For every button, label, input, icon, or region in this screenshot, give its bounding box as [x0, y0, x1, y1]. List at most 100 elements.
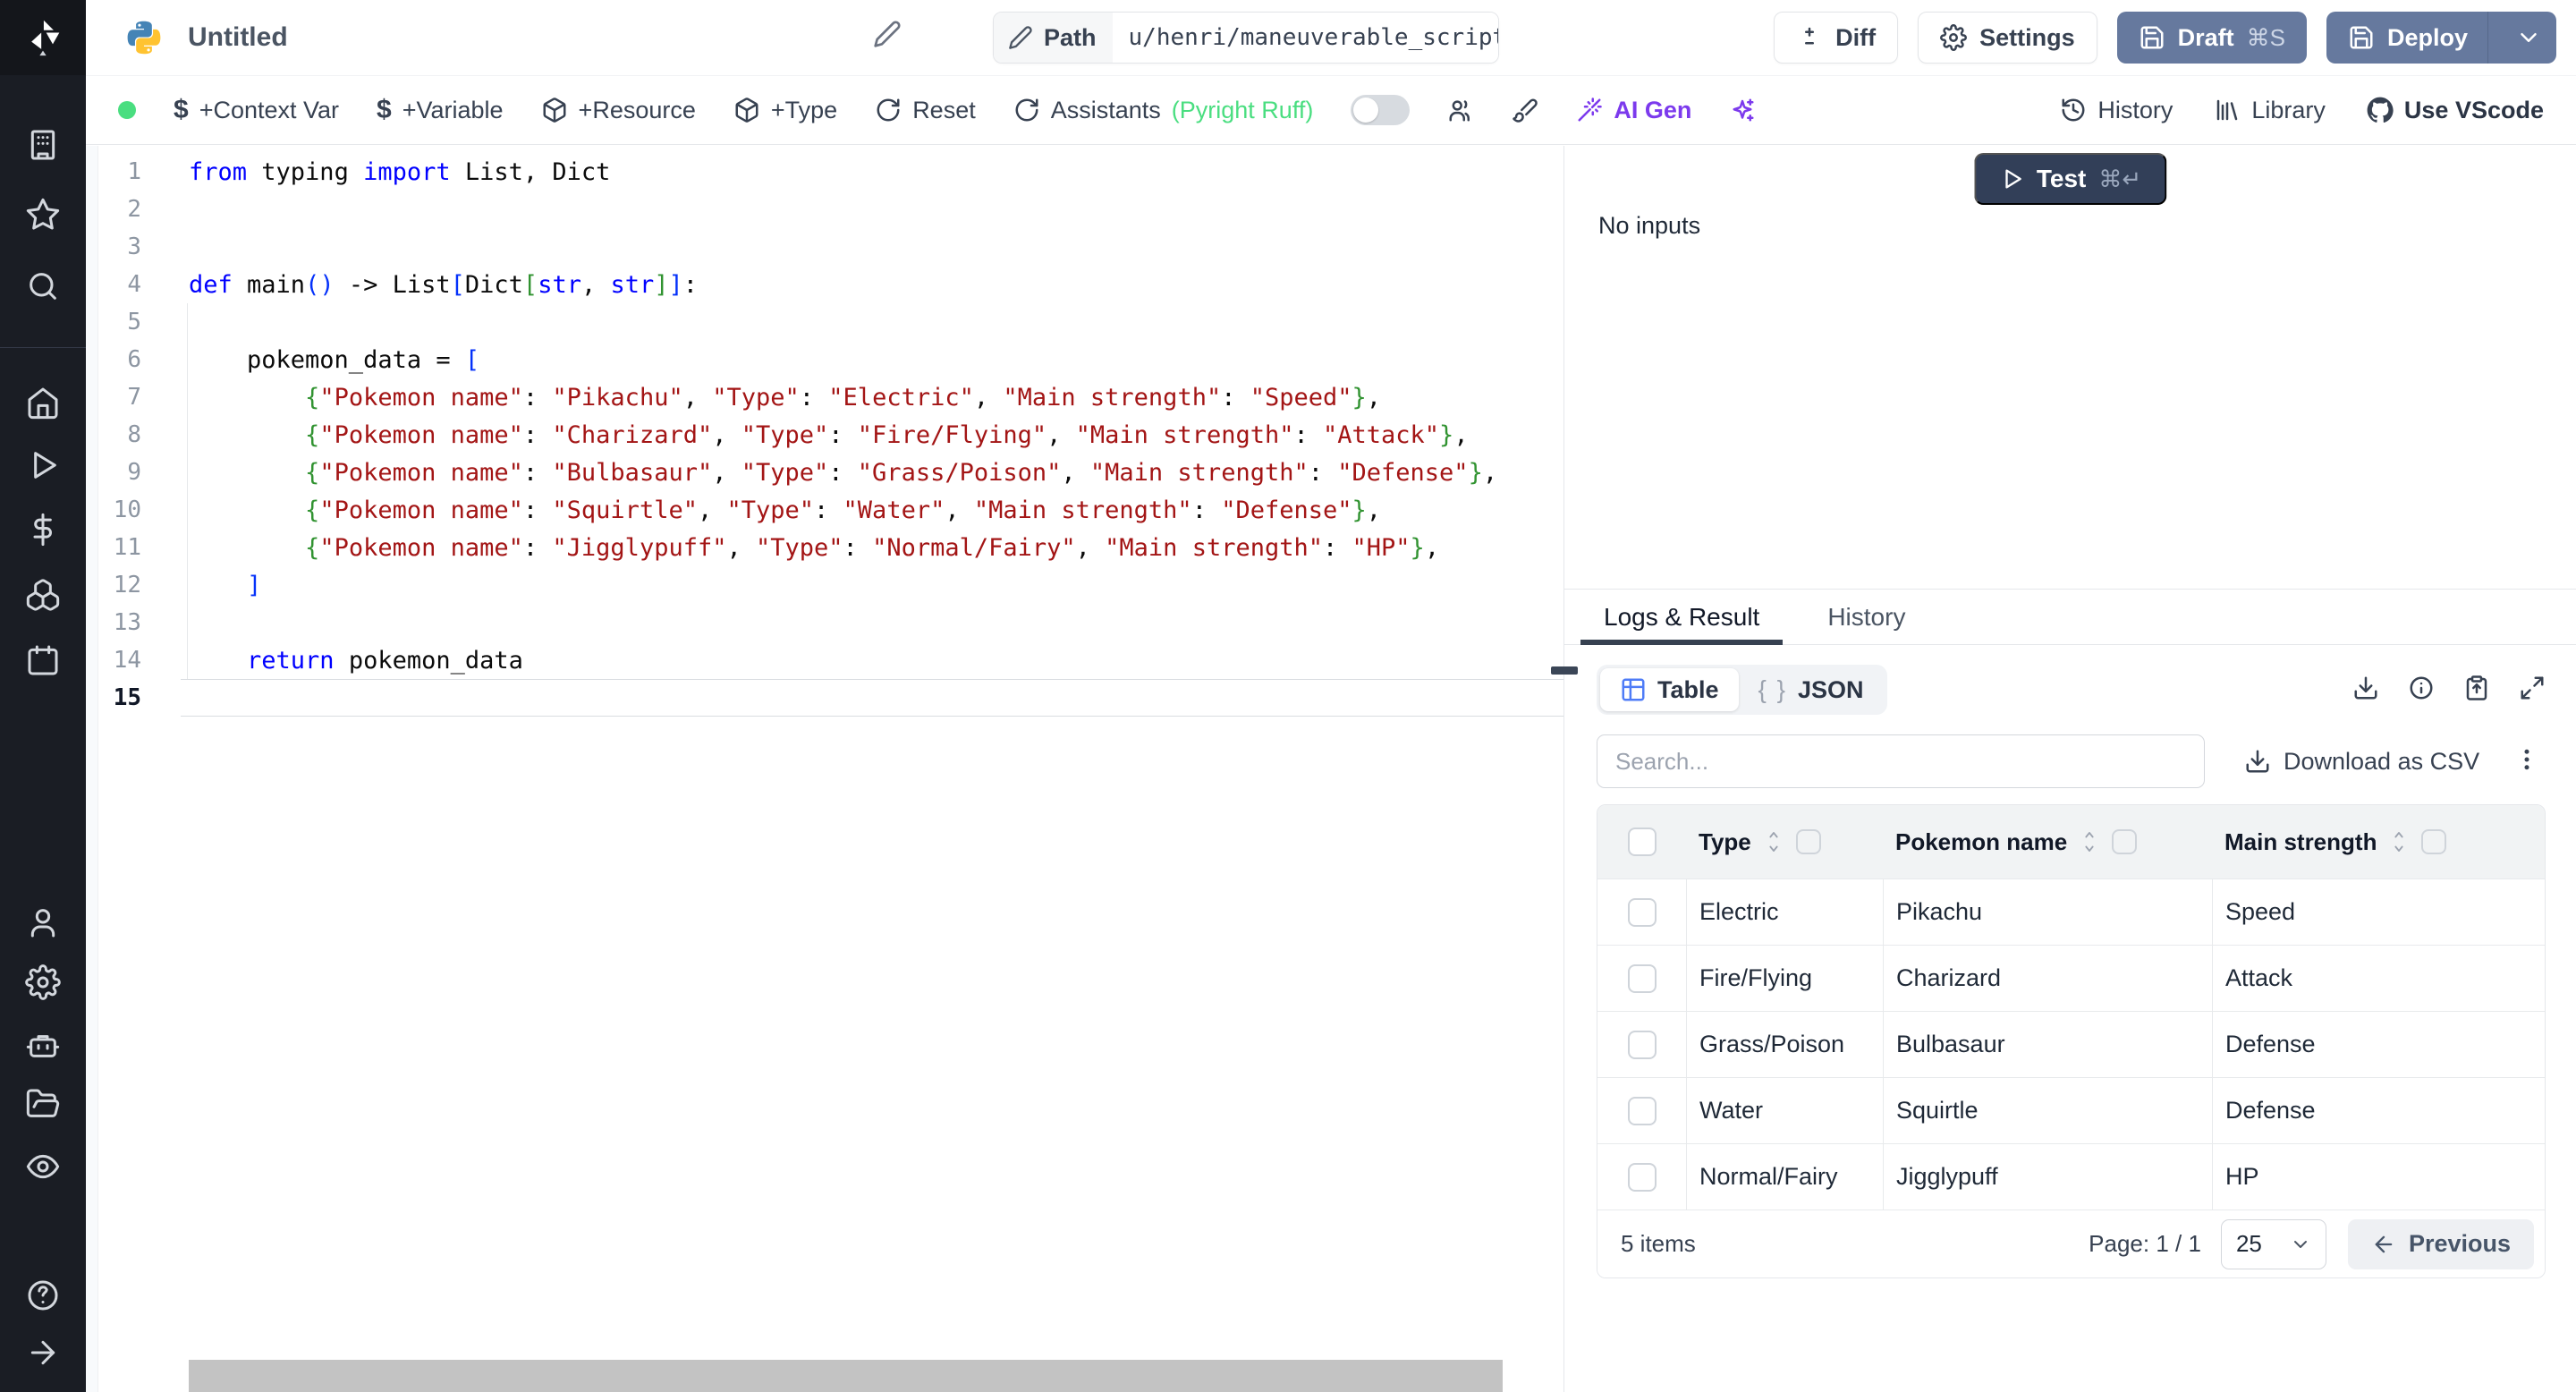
view-toggle-table[interactable]: Table [1600, 668, 1739, 711]
users-icon [1449, 100, 1470, 122]
code-line[interactable]: 5 [86, 303, 1563, 341]
code-line[interactable]: 14 return pokemon_data [86, 641, 1563, 679]
arrow-right-icon[interactable] [0, 1333, 86, 1372]
deploy-dropdown-button[interactable] [2501, 24, 2556, 51]
assistants-toggle[interactable] [1351, 95, 1411, 125]
search-icon[interactable] [0, 267, 86, 306]
line-number: 10 [113, 497, 141, 523]
deploy-button[interactable]: Deploy [2326, 12, 2556, 64]
horizontal-scrollbar[interactable] [189, 1360, 1503, 1392]
code-line-content: {"Pokemon name": "Charizard", "Type": "F… [305, 420, 1469, 449]
row-checkbox[interactable] [1627, 1096, 1657, 1125]
path-value[interactable]: u/henri/maneuverable_script [1112, 13, 1498, 63]
help-circle-icon[interactable] [0, 1276, 86, 1315]
search-input[interactable] [1597, 734, 2205, 788]
row-checkbox[interactable] [1627, 897, 1657, 927]
reset-button[interactable]: Reset [875, 97, 976, 124]
kebab-menu-icon[interactable] [2513, 746, 2540, 777]
save-icon [2140, 26, 2164, 49]
pane-divider-handle[interactable] [1551, 666, 1578, 675]
library-button[interactable]: Library [2214, 97, 2326, 124]
home-icon[interactable] [0, 383, 86, 422]
assistants-detail: (Pyright Ruff) [1171, 96, 1314, 123]
line-number: 5 [127, 309, 141, 335]
add-context-var-button[interactable]: $ +Context Var [174, 95, 339, 125]
tab-logs-result[interactable]: Logs & Result [1580, 590, 1784, 645]
info-icon[interactable] [2408, 675, 2435, 706]
tab-history[interactable]: History [1822, 590, 1911, 644]
column-filter-checkbox[interactable] [1795, 829, 1821, 854]
sort-icon[interactable] [2080, 830, 2099, 853]
code-line[interactable]: 15 [86, 679, 1563, 717]
select-all-checkbox[interactable] [1627, 828, 1657, 856]
diff-button[interactable]: Diff [1774, 12, 1899, 64]
code-line[interactable]: 11 {"Pokemon name": "Jigglypuff", "Type"… [86, 529, 1563, 566]
path-field[interactable]: Path u/henri/maneuverable_script [993, 12, 1499, 64]
column-filter-checkbox[interactable] [2112, 829, 2138, 854]
line-number: 3 [127, 233, 141, 260]
download-csv-button[interactable]: Download as CSV [2244, 748, 2479, 776]
format-code-button[interactable] [1512, 97, 1538, 123]
edit-summary-pencil-icon[interactable] [873, 20, 902, 53]
history-button[interactable]: History [2060, 97, 2173, 124]
code-line[interactable]: 6 pokemon_data = [ [86, 341, 1563, 378]
sort-icon[interactable] [2389, 830, 2409, 853]
row-checkbox[interactable] [1627, 1030, 1657, 1059]
building-icon[interactable] [0, 125, 86, 165]
test-button[interactable]: Test ⌘↵ [1973, 153, 2167, 205]
add-type-button[interactable]: +Type [733, 97, 837, 124]
add-variable-button[interactable]: $ +Variable [377, 95, 504, 125]
use-vscode-button[interactable]: Use VScode [2367, 97, 2544, 124]
code-editor[interactable]: 1 from typing import List, Dict 2 3 4 def mai… [86, 146, 1563, 1392]
code-line[interactable]: 1 from typing import List, Dict [86, 153, 1563, 191]
clipboard-copy-icon[interactable] [2463, 675, 2490, 706]
star-icon[interactable] [0, 195, 86, 234]
table-cell: Bulbasaur [1883, 1012, 2212, 1077]
row-checkbox[interactable] [1627, 1162, 1657, 1192]
code-line[interactable]: 9 {"Pokemon name": "Bulbasaur", "Type": … [86, 454, 1563, 491]
boxes-icon[interactable] [0, 575, 86, 615]
code-line[interactable]: 13 [86, 604, 1563, 641]
windmill-logo-icon[interactable] [0, 0, 86, 75]
table-row: Grass/Poison Bulbasaur Defense [1597, 1011, 2545, 1077]
download-icon [2246, 750, 2269, 773]
page-title: Untitled [188, 22, 288, 52]
user-icon[interactable] [0, 903, 86, 942]
dollar-icon[interactable] [0, 510, 86, 549]
code-line[interactable]: 8 {"Pokemon name": "Charizard", "Type": … [86, 416, 1563, 454]
bot-icon[interactable] [0, 1024, 86, 1064]
path-label: Path [994, 13, 1113, 63]
toggle-knob [1353, 98, 1379, 123]
folder-open-icon[interactable] [0, 1084, 86, 1124]
table-row: Fire/Flying Charizard Attack [1597, 945, 2545, 1011]
code-line[interactable]: 3 [86, 228, 1563, 266]
calendar-icon[interactable] [0, 641, 86, 680]
settings-button[interactable]: Settings [1918, 12, 2097, 64]
play-icon[interactable] [0, 446, 86, 485]
assistants-button[interactable]: Assistants (Pyright Ruff) [1013, 96, 1314, 124]
column-filter-checkbox[interactable] [2421, 829, 2447, 854]
expand-icon[interactable] [2519, 675, 2546, 706]
column-label: Type [1699, 828, 1751, 855]
column-label: Pokemon name [1895, 828, 2068, 855]
row-checkbox[interactable] [1627, 963, 1657, 993]
code-line[interactable]: 10 {"Pokemon name": "Squirtle", "Type": … [86, 491, 1563, 529]
download-icon[interactable] [2352, 675, 2379, 706]
draft-button[interactable]: Draft ⌘S [2116, 12, 2307, 64]
code-line[interactable]: 7 {"Pokemon name": "Pikachu", "Type": "E… [86, 378, 1563, 416]
view-toggle-json[interactable]: { } JSON [1739, 668, 1884, 711]
code-lines[interactable]: 1 from typing import List, Dict 2 3 4 def mai… [86, 153, 1563, 717]
sort-icon[interactable] [1764, 830, 1784, 853]
sparkles-icon-button[interactable] [1729, 97, 1756, 123]
code-line[interactable]: 12 ] [86, 566, 1563, 604]
table-cell: HP [2212, 1144, 2545, 1210]
previous-page-button[interactable]: Previous [2347, 1218, 2534, 1269]
code-line[interactable]: 4 def main() -> List[Dict[str, str]]: [86, 266, 1563, 303]
add-resource-button[interactable]: +Resource [541, 97, 696, 124]
multiplayer-button[interactable] [1447, 97, 1474, 123]
ai-gen-button[interactable]: AI Gen [1576, 97, 1691, 124]
gear-icon[interactable] [0, 963, 86, 1002]
eye-icon[interactable] [0, 1147, 86, 1186]
page-size-select[interactable]: 25 [2220, 1218, 2326, 1269]
code-line[interactable]: 2 [86, 191, 1563, 228]
